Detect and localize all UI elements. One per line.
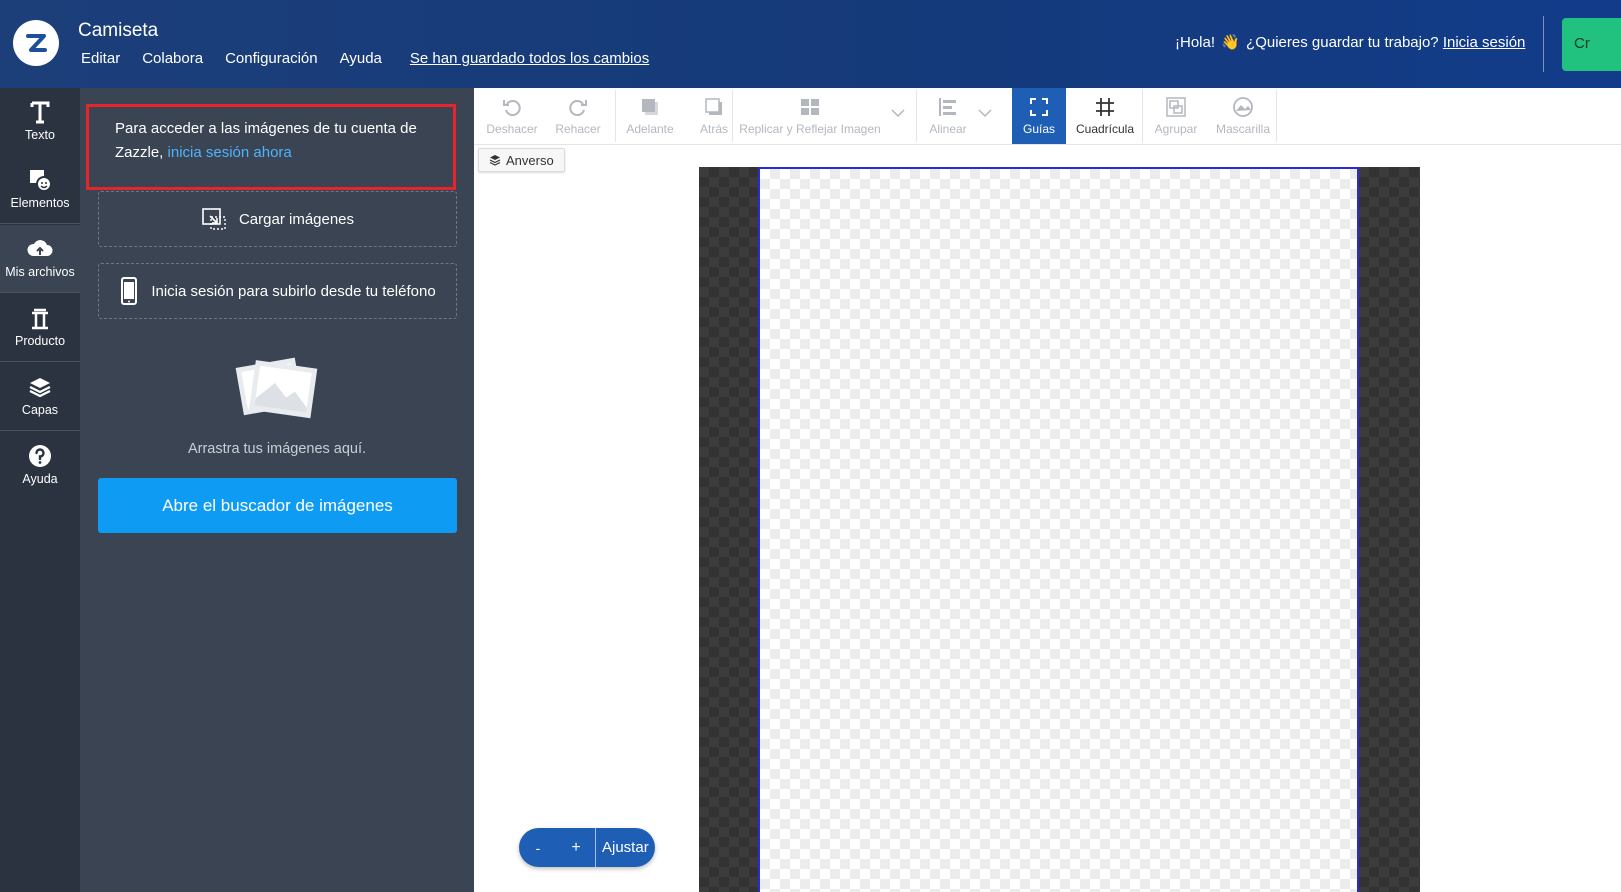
phone-upload-button[interactable]: Inicia sesión para subirlo desde tu telé… — [98, 263, 457, 319]
saved-status-link[interactable]: Se han guardado todos los cambios — [410, 50, 649, 67]
upload-image-icon — [202, 208, 226, 230]
header-divider — [1543, 16, 1544, 72]
menu-colabora[interactable]: Colabora — [142, 50, 203, 67]
align-button[interactable]: Alinear — [920, 88, 976, 144]
rail-item-capas[interactable]: Capas — [0, 363, 80, 431]
rail-label: Capas — [21, 403, 59, 417]
design-canvas-print-area[interactable] — [758, 167, 1359, 892]
upload-images-button[interactable]: Cargar imágenes — [98, 191, 457, 247]
bring-forward-icon — [642, 99, 658, 115]
phone-label: Inicia sesión para subirlo desde tu telé… — [151, 282, 436, 300]
side-selector-anverso[interactable]: Anverso — [478, 148, 565, 172]
text-icon — [30, 101, 50, 124]
grid-icon — [1096, 98, 1114, 116]
rail-label: Producto — [14, 334, 66, 348]
phone-icon — [121, 277, 138, 305]
layers-small-icon — [489, 155, 501, 166]
send-backward-button[interactable]: Atrás — [686, 88, 742, 144]
mask-button[interactable]: Mascarilla — [1210, 88, 1276, 144]
greeting-hello: ¡Hola! — [1175, 34, 1216, 51]
elements-icon — [30, 170, 52, 192]
mask-label: Mascarilla — [1215, 122, 1270, 136]
replicate-mirror-button[interactable]: Replicar y Reflejar Imagen — [736, 88, 884, 144]
rail-label: Elementos — [10, 196, 70, 210]
replicate-label: Replicar y Reflejar Imagen — [739, 122, 881, 136]
forward-label: Adelante — [626, 122, 674, 136]
undo-label: Deshacer — [486, 122, 538, 136]
login-link[interactable]: Inicia sesión — [1443, 34, 1526, 51]
group-button[interactable]: Agrupar — [1144, 88, 1208, 144]
rail-item-producto[interactable]: Producto — [0, 294, 80, 362]
toolbar-divider — [1142, 90, 1143, 142]
open-image-browser-button[interactable]: Abre el buscador de imágenes — [98, 478, 457, 533]
waving-hand-icon: 👋 — [1221, 34, 1240, 51]
send-backward-icon — [705, 98, 722, 115]
grid-label: Cuadrícula — [1075, 122, 1135, 136]
tool-rail: Texto Elementos Mis archivos Producto Ca… — [0, 88, 80, 892]
design-workspace: Anverso — [474, 145, 1621, 892]
toolbar-divider — [916, 90, 917, 142]
top-header: Camiseta Editar Colabora Configuración A… — [0, 0, 1621, 88]
zazzle-logo[interactable] — [13, 20, 59, 66]
menu-ayuda[interactable]: Ayuda — [340, 50, 382, 67]
grid-toggle[interactable]: Cuadrícula — [1068, 88, 1142, 144]
guides-icon — [1030, 98, 1048, 116]
rail-item-texto[interactable]: Texto — [0, 88, 80, 156]
group-icon — [1166, 97, 1186, 117]
zoom-control: - + Ajustar — [519, 828, 655, 867]
toolbar-divider — [1276, 90, 1277, 142]
group-label: Agrupar — [1154, 122, 1198, 136]
undo-icon — [503, 100, 521, 117]
zazzle-z-icon — [26, 34, 47, 52]
editor-toolbar: Deshacer Rehacer Adelante Atrás Replicar… — [474, 88, 1621, 145]
rail-label: Ayuda — [22, 472, 58, 486]
back-label: Atrás — [699, 122, 728, 136]
rail-item-mis-archivos[interactable]: Mis archivos — [0, 225, 80, 293]
rail-label: Texto — [25, 128, 55, 142]
guides-toggle[interactable]: Guías — [1012, 88, 1066, 144]
redo-icon — [569, 100, 587, 117]
undo-button[interactable]: Deshacer — [482, 88, 542, 144]
drag-images-hint: Arrastra tus imágenes aquí. — [187, 441, 367, 457]
guides-label: Guías — [1022, 122, 1055, 136]
cloud-upload-icon — [27, 240, 53, 256]
toolbar-divider — [732, 90, 733, 142]
product-title: Camiseta — [78, 20, 159, 41]
rail-label: Mis archivos — [5, 265, 75, 279]
rail-item-ayuda[interactable]: Ayuda — [0, 432, 80, 500]
align-icon — [939, 98, 956, 116]
upload-label: Cargar imágenes — [238, 210, 355, 228]
chevron-down-icon[interactable] — [978, 106, 992, 120]
login-notice: Para acceder a las imágenes de tu cuenta… — [86, 104, 456, 190]
product-icon — [32, 308, 48, 330]
zoom-fit-button[interactable]: Ajustar — [595, 828, 649, 867]
main-menu: Editar Colabora Configuración Ayuda Se h… — [81, 50, 671, 67]
zoom-in-button[interactable]: + — [557, 839, 595, 857]
design-canvas-bleed[interactable] — [699, 167, 1420, 892]
menu-configuracion[interactable]: Configuración — [225, 50, 318, 67]
side-label: Anverso — [506, 152, 554, 168]
replicate-icon — [801, 99, 819, 115]
chevron-down-icon[interactable] — [891, 106, 905, 120]
save-prompt: ¡Hola! 👋 ¿Quieres guardar tu trabajo? In… — [1175, 33, 1525, 51]
zoom-out-button[interactable]: - — [519, 840, 557, 856]
bring-forward-button[interactable]: Adelante — [616, 88, 684, 144]
align-label: Alinear — [929, 122, 967, 136]
create-button[interactable]: Cr — [1562, 18, 1621, 71]
notice-login-link[interactable]: inicia sesión ahora — [168, 144, 292, 161]
photos-placeholder-icon — [235, 357, 318, 419]
menu-editar[interactable]: Editar — [81, 50, 120, 67]
mask-icon — [1233, 97, 1253, 117]
redo-button[interactable]: Rehacer — [548, 88, 608, 144]
help-icon — [29, 445, 51, 467]
greeting-question: ¿Quieres guardar tu trabajo? — [1246, 34, 1439, 51]
files-panel: Para acceder a las imágenes de tu cuenta… — [80, 88, 474, 892]
redo-label: Rehacer — [555, 122, 601, 136]
layers-icon — [29, 378, 51, 398]
rail-item-elementos[interactable]: Elementos — [0, 156, 80, 224]
